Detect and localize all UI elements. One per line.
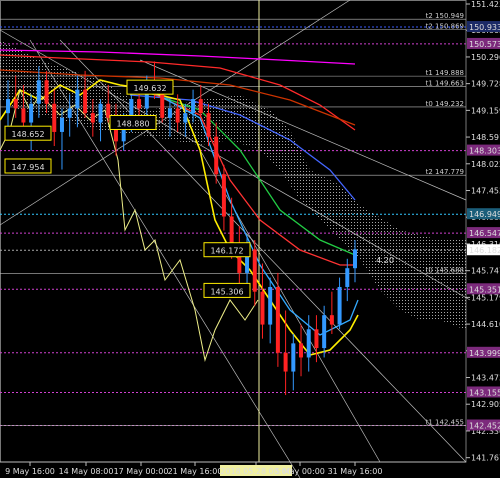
price-tag-label: 146.949: [469, 210, 500, 219]
candle-body: [13, 99, 18, 109]
candle-body: [191, 99, 196, 114]
price-tag-label: 148.303: [469, 147, 500, 156]
price-tag-label: 145.351: [469, 285, 500, 294]
boxed-price-label: 148.880: [116, 119, 149, 128]
price-chart[interactable]: t2 150.949 t2 150.869 t1 149.888 t1 149.663…: [0, 0, 500, 478]
x-tick-label: 31 May 16:00: [328, 467, 383, 476]
candle-body: [90, 113, 95, 123]
candle-body: [299, 343, 304, 358]
boxed-price-label: 145.306: [210, 287, 243, 296]
candle-body: [44, 80, 49, 104]
y-tick-label: 150.296: [471, 53, 500, 62]
candle-body: [167, 108, 172, 118]
candle-body: [291, 343, 296, 372]
candle-body: [214, 136, 219, 175]
candle-body: [198, 99, 203, 114]
candle-body: [229, 216, 234, 245]
candle-body: [183, 113, 188, 123]
price-tag-label: 146.547: [469, 229, 500, 238]
candle-body: [345, 268, 350, 287]
candle-body: [36, 80, 41, 104]
candle-body: [206, 113, 211, 137]
distance-annotation: 4.20: [376, 256, 394, 265]
candle-body: [83, 89, 88, 114]
y-tick-label: 148.591: [471, 133, 500, 142]
candle-body: [98, 103, 103, 123]
price-tag-label: 146.182: [469, 246, 500, 255]
candle-body: [329, 315, 334, 325]
y-tick-label: 141.767: [471, 454, 500, 463]
candle-body: [252, 249, 257, 292]
y-tick-label: 147.453: [471, 187, 500, 196]
y-tick-label: 149.159: [471, 106, 500, 115]
x-tick-label: 17 May 00:00: [114, 467, 169, 476]
y-tick-label: 145.747: [471, 267, 500, 276]
candle-body: [221, 174, 226, 217]
candle-body: [6, 99, 10, 114]
y-tick-label: 148.022: [471, 160, 500, 169]
candle-body: [337, 286, 342, 325]
x-tick-label: 5 May 00:00: [275, 467, 325, 476]
level-tag-label: t2 147.779: [426, 168, 464, 176]
candle-body: [160, 94, 165, 118]
candle-body: [275, 286, 280, 353]
chart-area[interactable]: t2 150.949 t2 150.869 t1 149.888 t1 149.663…: [0, 0, 500, 478]
boxed-price-label: 146.172: [210, 247, 243, 256]
price-tag-label: 143.999: [469, 349, 500, 358]
level-tag-label: t2 150.949: [426, 12, 464, 20]
boxed-price-label: 148.652: [11, 130, 44, 139]
candle-body: [283, 352, 288, 372]
candle-body: [21, 108, 26, 123]
y-tick-label: 143.473: [471, 374, 500, 383]
x-tick-label: 21 May 16:00: [168, 467, 223, 476]
price-tag-label: 150.573: [469, 40, 500, 49]
y-tick-label: 142.905: [471, 400, 500, 409]
candle-body: [314, 329, 319, 349]
price-tag-label: 150.933: [469, 23, 500, 32]
y-tick-label: 149.728: [471, 80, 500, 89]
boxed-price-label: 147.954: [11, 163, 44, 172]
level-tag-label: t2 150.869: [426, 23, 464, 31]
candle-body: [29, 103, 34, 123]
candle-body: [260, 291, 265, 325]
candle-body: [52, 103, 57, 132]
candle-body: [306, 329, 311, 358]
price-tag-label: 142.452: [469, 421, 500, 430]
y-tick-label: 144.610: [471, 320, 500, 329]
x-tick-label: 14 May 08:00: [59, 467, 114, 476]
candle-body: [353, 249, 357, 269]
candle-body: [268, 286, 273, 325]
candle-body: [322, 315, 327, 349]
candle-body: [75, 89, 80, 109]
level-tag-label: t1 149.888: [426, 69, 464, 77]
candle-body: [59, 117, 64, 132]
level-tag-label: t1 142.455: [426, 418, 464, 426]
candle-body: [137, 99, 142, 109]
y-tick-label: 145.179: [471, 293, 500, 302]
y-tick-label: 151.423: [471, 0, 500, 9]
x-tick-label: 9 May 16:00: [5, 467, 55, 476]
price-tag-label: 143.155: [469, 388, 500, 397]
level-tag-label: t0 149.232: [426, 100, 464, 108]
moving-average-line: [0, 49, 356, 65]
level-tag-label: t1 149.663: [426, 80, 464, 88]
boxed-price-label: 149.632: [133, 84, 166, 93]
candle-body: [175, 108, 180, 123]
candle-body: [67, 108, 72, 118]
